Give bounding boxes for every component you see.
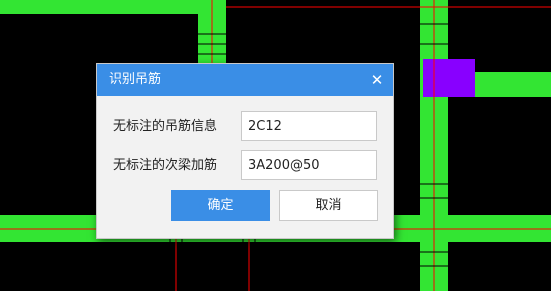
column-layer — [423, 59, 475, 97]
column-purple — [423, 59, 475, 97]
hanging-rebar-info-label: 无标注的吊筋信息 — [113, 119, 218, 134]
secondary-beam-rebar-label: 无标注的次梁加筋 — [113, 158, 218, 173]
identify-hanging-rebar-dialog: 识别吊筋 ✕ 无标注的吊筋信息 无标注的次梁加筋 确定 取消 — [96, 63, 394, 239]
cancel-button[interactable]: 取消 — [279, 190, 378, 221]
close-icon[interactable]: ✕ — [365, 68, 389, 92]
ok-button[interactable]: 确定 — [171, 190, 270, 221]
hanging-rebar-info-input[interactable] — [241, 111, 377, 141]
dialog-title: 识别吊筋 — [109, 72, 162, 87]
secondary-beam-rebar-input[interactable] — [241, 150, 377, 180]
dialog-titlebar[interactable]: 识别吊筋 ✕ — [97, 64, 393, 96]
beam-top-left — [0, 0, 226, 14]
